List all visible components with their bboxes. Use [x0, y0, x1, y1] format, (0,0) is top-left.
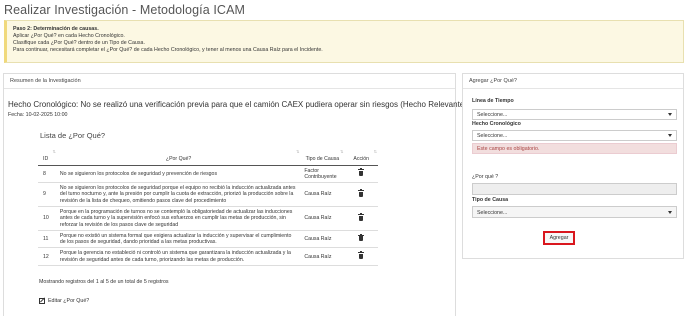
agregar-button[interactable]: Agregar: [543, 231, 575, 245]
investigation-summary-panel: Resumen de la Investigación Hecho Cronol…: [3, 73, 467, 316]
row-porque: No se siguieron los protocolos de seguri…: [56, 165, 301, 184]
porque-input[interactable]: [472, 183, 677, 195]
column-header-accion[interactable]: Acción ⇅: [344, 147, 378, 166]
row-id: 12: [38, 247, 57, 267]
add-porque-panel-title: Agregar ¿Por Qué?: [463, 74, 683, 89]
table-row: 8 No se siguieron los protocolos de segu…: [38, 165, 378, 184]
delete-icon[interactable]: [358, 168, 365, 176]
row-id: 8: [38, 165, 57, 184]
chevron-down-icon: [668, 211, 672, 214]
linea-tiempo-label: Línea de Tiempo: [472, 98, 514, 104]
column-header-tipo[interactable]: Tipo de Causa ⇅: [300, 147, 345, 166]
linea-tiempo-value: Seleccione...: [477, 112, 508, 118]
instructions-alert: Paso 2: Determinación de causas. Aplicar…: [4, 20, 684, 63]
row-tipo: Causa Raíz: [300, 230, 345, 249]
hecho-cronologico-heading: Hecho Cronológico: No se realizó una ver…: [8, 100, 467, 109]
linea-tiempo-select[interactable]: Seleccione...: [472, 109, 677, 120]
hecho-cronologico-label: Hecho Cronológico: [472, 121, 521, 127]
row-porque: Porque la gerencia no estableció ni cont…: [56, 247, 301, 267]
table-row: 11 Porque no existió un sistema formal q…: [38, 230, 378, 249]
summary-panel-title: Resumen de la Investigación: [4, 74, 455, 89]
validation-error: Este campo es obligatorio.: [472, 143, 677, 154]
alert-line: Aplicar ¿Por Qué? en cada Hecho Cronológ…: [13, 33, 125, 39]
row-porque: Porque en la programación de turnos no s…: [56, 206, 301, 231]
edit-porque-link[interactable]: Editar ¿Por Qué?: [39, 297, 89, 304]
table-row: 12 Porque la gerencia no estableció ni c…: [38, 247, 378, 267]
tipo-causa-select[interactable]: Seleccione...: [472, 206, 677, 218]
row-id: 11: [38, 230, 57, 249]
table-info: Mostrando registros del 1 al 5 de un tot…: [39, 279, 169, 285]
row-tipo: Causa Raíz: [300, 247, 345, 267]
row-tipo: Causa Raíz: [300, 206, 345, 231]
delete-icon[interactable]: [358, 233, 365, 242]
alert-line: Para continuar, necesitará completar el …: [13, 47, 323, 53]
row-tipo: Factor Contribuyente: [300, 165, 345, 184]
row-porque: No se siguieron los protocolos de seguri…: [56, 182, 301, 207]
hecho-cronologico-select[interactable]: Seleccione...: [472, 130, 677, 141]
hecho-cronologico-value: Seleccione...: [477, 133, 508, 139]
alert-step-title: Paso 2: Determinación de causas.: [13, 26, 99, 32]
porque-label: ¿Por qué ?: [472, 174, 499, 180]
hecho-date: Fecha: 10-02-2025 10:00: [8, 112, 68, 118]
page-title: Realizar Investigación - Metodología ICA…: [4, 3, 246, 17]
delete-icon[interactable]: [358, 188, 365, 197]
row-id: 9: [38, 182, 57, 207]
column-header-porque[interactable]: ¿Por Qué? ⇅: [56, 147, 301, 166]
alert-line: Clasifique cada ¿Por Qué? dentro de un T…: [13, 40, 145, 46]
edit-icon: [39, 297, 47, 304]
column-header-id[interactable]: ID ⇅: [38, 147, 57, 166]
tipo-causa-label: Tipo de Causa: [472, 197, 509, 203]
delete-icon[interactable]: [358, 251, 365, 259]
tipo-causa-value: Seleccione...: [477, 210, 508, 216]
chevron-down-icon: [668, 113, 672, 116]
edit-porque-label: Editar ¿Por Qué?: [48, 297, 90, 304]
porque-table: ID ⇅ ¿Por Qué? ⇅ Tipo de Causa ⇅ Acción ⇅ 8 …: [38, 147, 378, 267]
row-id: 10: [38, 206, 57, 231]
table-row: 9 No se siguieron los protocolos de segu…: [38, 182, 378, 207]
row-porque: Porque no existió un sistema formal que …: [56, 230, 301, 249]
table-row: 10 Porque en la programación de turnos n…: [38, 206, 378, 231]
lista-porque-title: Lista de ¿Por Qué?: [40, 131, 106, 140]
row-tipo: Causa Raíz: [300, 182, 345, 207]
delete-icon[interactable]: [358, 212, 365, 221]
chevron-down-icon: [668, 134, 672, 137]
